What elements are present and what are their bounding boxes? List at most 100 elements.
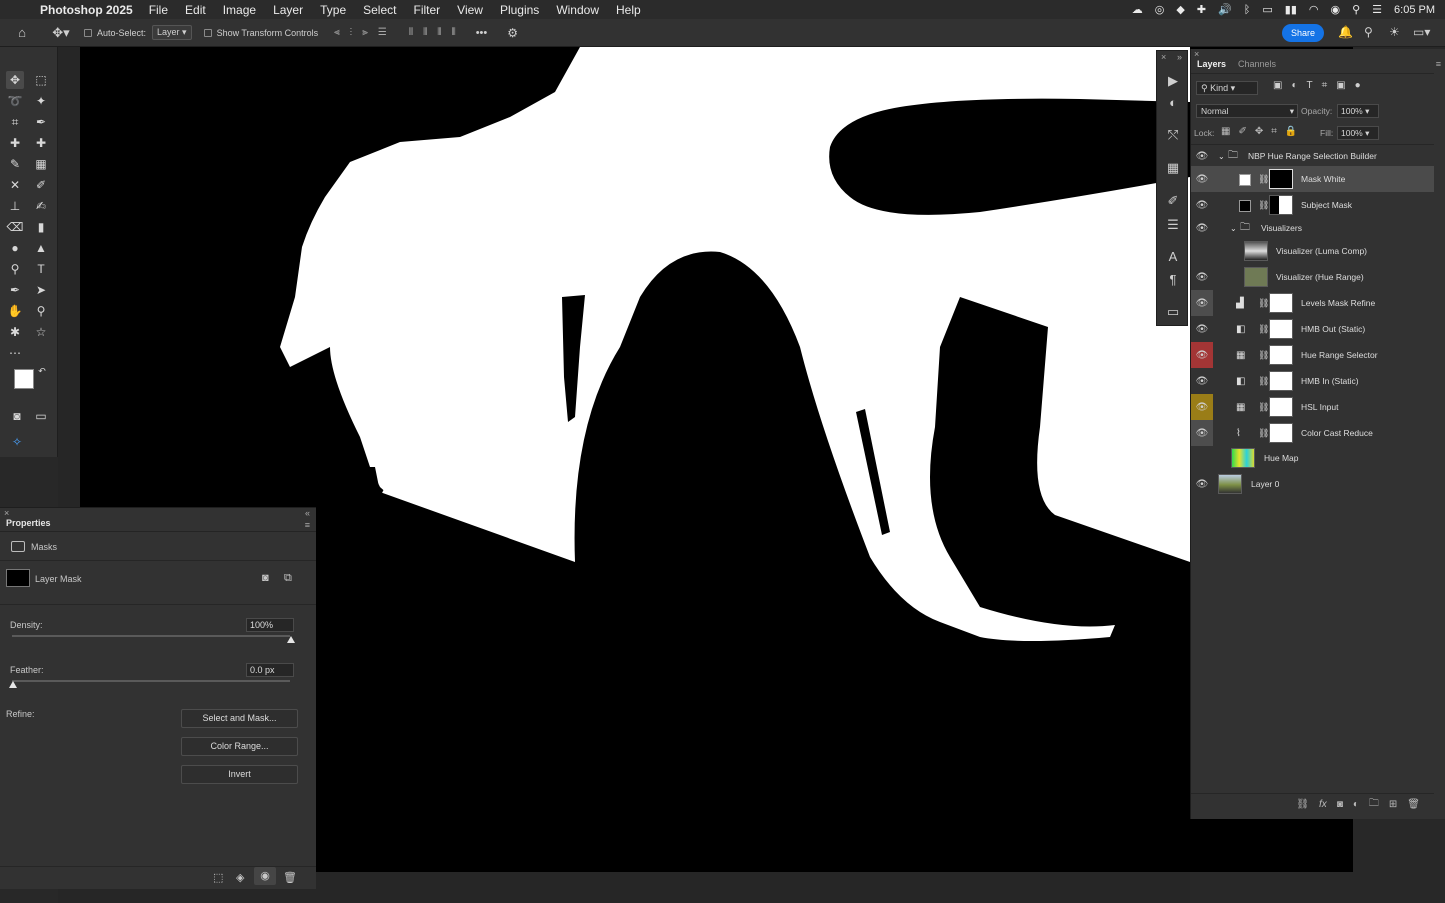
clone-stamp-icon[interactable]: ⊥ xyxy=(6,197,24,215)
move-tool-icon[interactable]: ✥ xyxy=(6,71,24,89)
visibility-eye-icon[interactable]: 👁 xyxy=(1191,290,1213,316)
volume-icon[interactable]: 🔊 xyxy=(1218,3,1232,16)
close-strip-icon[interactable]: × xyxy=(1161,52,1166,62)
paragraph-icon[interactable]: ¶ xyxy=(1163,270,1183,290)
creative-cloud-icon[interactable]: ☁ xyxy=(1132,3,1143,16)
layer-row-hue-range-selector[interactable]: 👁 ▦ ⛓ Hue Range Selector xyxy=(1191,342,1434,368)
sync-icon[interactable]: ◎ xyxy=(1155,3,1165,16)
history-brush-icon[interactable]: ✍ xyxy=(32,197,50,215)
quick-mask-icon[interactable]: ✱ xyxy=(6,323,24,341)
plugin-icon[interactable]: ✚ xyxy=(1197,3,1206,16)
align-icons[interactable]: ⫷⫶⫸☰ xyxy=(334,27,397,38)
menu-filter[interactable]: Filter xyxy=(413,3,440,17)
new-layer-icon[interactable]: ⊞ xyxy=(1389,799,1397,810)
hand-tool-icon[interactable]: ✋ xyxy=(6,302,24,320)
edit-quick-mask-icon[interactable]: ◙ xyxy=(8,407,26,425)
auto-select-dropdown[interactable]: Layer ▾ xyxy=(152,25,192,40)
battery-icon[interactable]: ▮▮ xyxy=(1285,3,1297,16)
collapse-panel-icon[interactable]: « xyxy=(305,508,310,518)
tab-layers[interactable]: Layers xyxy=(1191,55,1232,73)
character-icon[interactable]: A xyxy=(1163,247,1183,267)
notifications-bell-icon[interactable]: 🔔 xyxy=(1338,25,1353,39)
blur-tool-icon[interactable]: ● xyxy=(6,239,24,257)
path-select-icon[interactable]: ➤ xyxy=(32,281,50,299)
cross-tool-icon[interactable]: ✕ xyxy=(6,176,24,194)
adjustment-layer-icon[interactable]: ◐ xyxy=(1353,799,1359,810)
adjustments-icon[interactable]: ◐ xyxy=(1163,93,1183,113)
vector-mask-icon[interactable]: ⧉ xyxy=(284,572,292,585)
density-slider[interactable] xyxy=(12,635,290,637)
toggle-mask-visibility-icon[interactable]: ◉ xyxy=(254,867,276,885)
menu-select[interactable]: Select xyxy=(363,3,396,17)
spotlight-icon[interactable]: ⚲ xyxy=(1352,3,1360,16)
screen-mode-icon[interactable]: ▭ xyxy=(32,407,50,425)
gradients-icon[interactable]: ▭ xyxy=(1163,302,1183,322)
wifi-icon[interactable]: ◠ xyxy=(1309,3,1319,16)
eyedropper-icon[interactable]: ✒ xyxy=(32,113,50,131)
visibility-eye-icon[interactable]: · xyxy=(1191,238,1213,264)
expand-group-icon[interactable]: ⌄ xyxy=(1218,152,1225,161)
delete-mask-icon[interactable]: 🗑 xyxy=(283,871,297,884)
more-tools-icon[interactable]: ⋯ xyxy=(6,344,24,362)
menu-help[interactable]: Help xyxy=(616,3,641,17)
density-slider-handle[interactable] xyxy=(287,636,295,643)
load-selection-icon[interactable]: ⬚ xyxy=(213,871,223,884)
visibility-eye-icon[interactable]: 👁 xyxy=(1191,166,1213,192)
layers-panel-menu-icon[interactable]: ≡ xyxy=(1436,59,1441,69)
dropbox-icon[interactable]: ◆ xyxy=(1176,3,1184,16)
sharpen-icon[interactable]: ▲ xyxy=(32,239,50,257)
app-menu[interactable]: Photoshop 2025 xyxy=(40,3,133,17)
menu-plugins[interactable]: Plugins xyxy=(500,3,539,17)
expand-strip-icon[interactable]: » xyxy=(1177,52,1182,62)
opacity-field[interactable]: 100% ▾ xyxy=(1337,104,1379,118)
generative-icon[interactable]: ✧ xyxy=(8,433,26,451)
tab-channels[interactable]: Channels xyxy=(1232,55,1282,73)
link-layers-icon[interactable]: ⛓ xyxy=(1296,799,1309,810)
menu-window[interactable]: Window xyxy=(556,3,599,17)
discover-icon[interactable]: ☀ xyxy=(1389,25,1400,39)
marquee-tool-icon[interactable]: ⬚ xyxy=(32,71,50,89)
layer-row-hue-map[interactable]: · Hue Map xyxy=(1191,445,1434,471)
share-button[interactable]: Share xyxy=(1282,24,1324,42)
expand-group-icon[interactable]: ⌄ xyxy=(1230,224,1237,233)
brushes-icon[interactable]: ✐ xyxy=(1163,191,1183,211)
layer-row-mask-white[interactable]: 👁 ⛓ Mask White xyxy=(1191,166,1434,192)
filter-kind-dropdown[interactable]: ⚲ Kind ▾ xyxy=(1196,81,1258,95)
search-icon[interactable]: ⚲ xyxy=(1364,25,1373,39)
panel-menu-icon[interactable]: ≡ xyxy=(305,520,310,530)
layer-row-hmb-in[interactable]: 👁 ◧ ⛓ HMB In (Static) xyxy=(1191,368,1434,394)
clock[interactable]: 6:05 PM xyxy=(1394,4,1435,16)
invert-button[interactable]: Invert xyxy=(181,765,298,784)
actions-icon[interactable]: ▶ xyxy=(1163,71,1183,91)
magic-wand-icon[interactable]: ✦ xyxy=(32,92,50,110)
display-icon[interactable]: ▭ xyxy=(1262,3,1272,16)
close-panel-icon[interactable]: × xyxy=(4,508,9,518)
add-mask-icon[interactable]: ◙ xyxy=(1337,799,1343,810)
pixel-mask-icon[interactable]: ◙ xyxy=(262,572,269,584)
visibility-eye-icon[interactable]: 👁 xyxy=(1191,420,1213,446)
settings-gear-icon[interactable]: ⚙ xyxy=(507,26,518,40)
auto-select-checkbox[interactable]: Auto-Select: xyxy=(84,28,146,38)
lock-icons[interactable]: ▦✐✥⌗🔒 xyxy=(1221,126,1305,137)
visibility-eye-icon[interactable]: 👁 xyxy=(1191,342,1213,368)
remove-tool-icon[interactable]: ✚ xyxy=(32,134,50,152)
layer-row-levels-mask-refine[interactable]: 👁 ▟ ⛓ Levels Mask Refine xyxy=(1191,290,1434,316)
paths-icon[interactable]: ⤲ xyxy=(1163,125,1183,145)
more-options-button[interactable]: ••• xyxy=(476,27,488,39)
visibility-eye-icon[interactable]: 👁 xyxy=(1191,471,1213,497)
dodge-tool-icon[interactable]: ⚲ xyxy=(6,260,24,278)
feather-field[interactable]: 0.0 px xyxy=(246,663,294,677)
layer-row-visualizer-hue[interactable]: 👁 Visualizer (Hue Range) xyxy=(1191,264,1434,290)
feather-slider[interactable] xyxy=(12,680,290,682)
select-and-mask-button[interactable]: Select and Mask... xyxy=(181,709,298,728)
fill-field[interactable]: 100% ▾ xyxy=(1337,126,1379,140)
menu-layer[interactable]: Layer xyxy=(273,3,303,17)
layer-row-hsl-input[interactable]: 👁 ▦ ⛓ HSL Input xyxy=(1191,394,1434,420)
new-group-icon[interactable]: 🗀 xyxy=(1369,796,1379,813)
apply-mask-icon[interactable]: ◈ xyxy=(236,871,244,884)
visibility-eye-icon[interactable]: 👁 xyxy=(1191,394,1213,420)
menu-image[interactable]: Image xyxy=(223,3,256,17)
foreground-color-swatch[interactable] xyxy=(14,369,34,389)
blend-mode-dropdown[interactable]: Normal ▾ xyxy=(1196,104,1298,118)
menu-view[interactable]: View xyxy=(457,3,483,17)
